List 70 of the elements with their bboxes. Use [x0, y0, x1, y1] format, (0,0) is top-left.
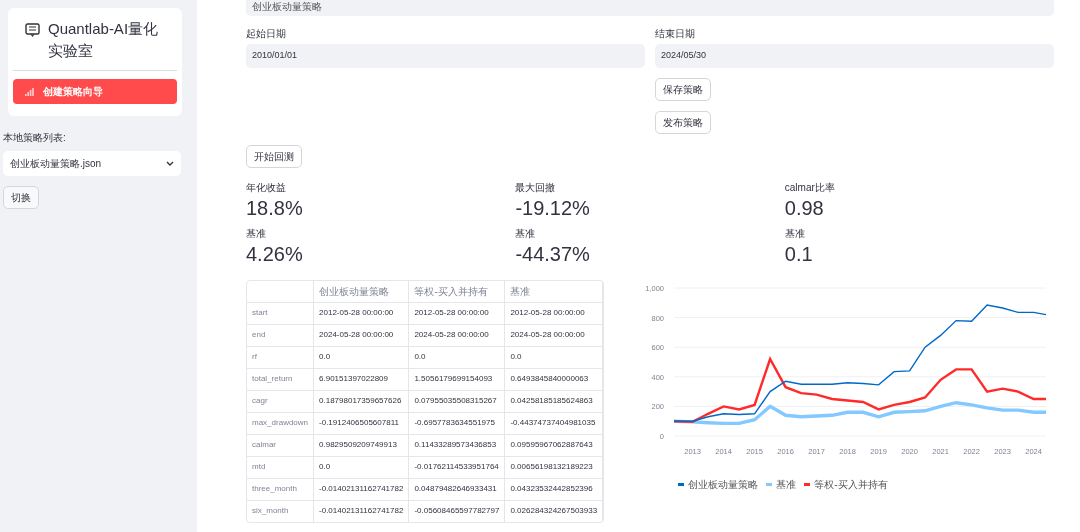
strategy-select[interactable]: 创业板动量策略.json	[3, 151, 181, 176]
field-label: 起始日期	[246, 28, 287, 40]
table-cell: 2024-05-28 00:00:00	[408, 324, 505, 346]
strategy-name-field[interactable]: 创业板动量策略	[246, 0, 1055, 16]
table-cell: 0.09595967062887643	[504, 434, 603, 456]
legend-label: 创业板动量策略	[688, 478, 759, 492]
table-cell: 1.5056179699154093	[408, 368, 505, 390]
table-cell: -0.01402131162741782	[313, 500, 409, 522]
metric-label: 基准	[515, 228, 537, 240]
table-cell: 0.18798017359657626	[313, 390, 409, 412]
table-cell: 0.04879482646933431	[408, 478, 505, 500]
row-header: rf	[247, 346, 314, 368]
table-cell: 0.026284324267503933	[504, 500, 603, 522]
metric-value: 18.8%	[246, 196, 304, 220]
table-cell: -0.01402131162741782	[313, 478, 409, 500]
table-cell: 0.04323532442852396	[504, 478, 603, 500]
row-header: mtd	[247, 456, 314, 478]
action-button[interactable]: 保存策略	[655, 78, 712, 101]
legend-label: 基准	[776, 478, 797, 492]
row-header: total_return	[247, 368, 314, 390]
metric-label: calmar比率	[784, 182, 836, 194]
table-cell: 0.6493845840000063	[504, 368, 603, 390]
metric-label: 基准	[246, 228, 267, 240]
row-header: start	[247, 302, 314, 324]
legend-label: 等权-买入并持有	[814, 478, 888, 492]
table-cell: -0.1912406505607811	[313, 412, 409, 434]
metric-value: -44.37%	[515, 242, 591, 266]
action-button[interactable]: 发布策略	[655, 111, 712, 134]
metric-value: -19.12%	[515, 196, 591, 220]
table-cell: 2012-05-28 00:00:00	[504, 302, 603, 324]
table-cell: 2024-05-28 00:00:00	[504, 324, 603, 346]
run-button[interactable]: 开始回测	[246, 145, 302, 168]
row-header: cagr	[247, 390, 314, 412]
column-header: 基准	[510, 285, 531, 297]
metric-label: 年化收益	[246, 182, 287, 194]
table-cell: 0.07955035508315267	[408, 390, 505, 412]
table-cell: 0.9829509209749913	[313, 434, 409, 456]
metric-value: 4.26%	[246, 242, 304, 266]
row-header: end	[247, 324, 314, 346]
row-header: three_month	[247, 478, 314, 500]
table-cell: 2012-05-28 00:00:00	[408, 302, 505, 324]
table-cell: -0.6957783634551975	[408, 412, 505, 434]
list-label: 本地策略列表:	[3, 131, 67, 145]
column-header: 创业板动量策略	[319, 285, 390, 297]
table-cell: 0.04258185185624863	[504, 390, 603, 412]
metric-value: 0.1	[784, 242, 814, 266]
table-cell: -0.44374737404981035	[504, 412, 603, 434]
metric-label: 最大回撤	[515, 182, 557, 194]
metric-label: 基准	[784, 228, 806, 240]
switch-button[interactable]: 切换	[3, 186, 39, 209]
table-cell: 0.11433289573436853	[408, 434, 505, 456]
app-title: Quantlab-AI量化实验室	[48, 19, 160, 61]
date-field[interactable]: 2024/05/30	[655, 44, 1055, 68]
table-cell: 0.0	[313, 456, 409, 478]
table-cell: 0.00656198132189223	[504, 456, 603, 478]
row-header: six_month	[247, 500, 314, 522]
column-header: 等权-买入并持有	[414, 285, 488, 297]
table-cell: -0.05608465597782797	[408, 500, 505, 522]
table-cell: 0.0	[313, 346, 409, 368]
row-header: max_drawdown	[247, 412, 314, 434]
table-cell: 6.90151397022809	[313, 368, 409, 390]
table-cell: 0.0	[408, 346, 505, 368]
field-label: 结束日期	[655, 28, 697, 40]
metric-value: 0.98	[784, 196, 825, 220]
table-cell: -0.01762114533951764	[408, 456, 505, 478]
row-header: calmar	[247, 434, 314, 456]
table-cell: 0.0	[504, 346, 603, 368]
table-cell: 2024-05-28 00:00:00	[313, 324, 409, 346]
table-cell: 2012-05-28 00:00:00	[313, 302, 409, 324]
date-field[interactable]: 2010/01/01	[246, 44, 646, 68]
